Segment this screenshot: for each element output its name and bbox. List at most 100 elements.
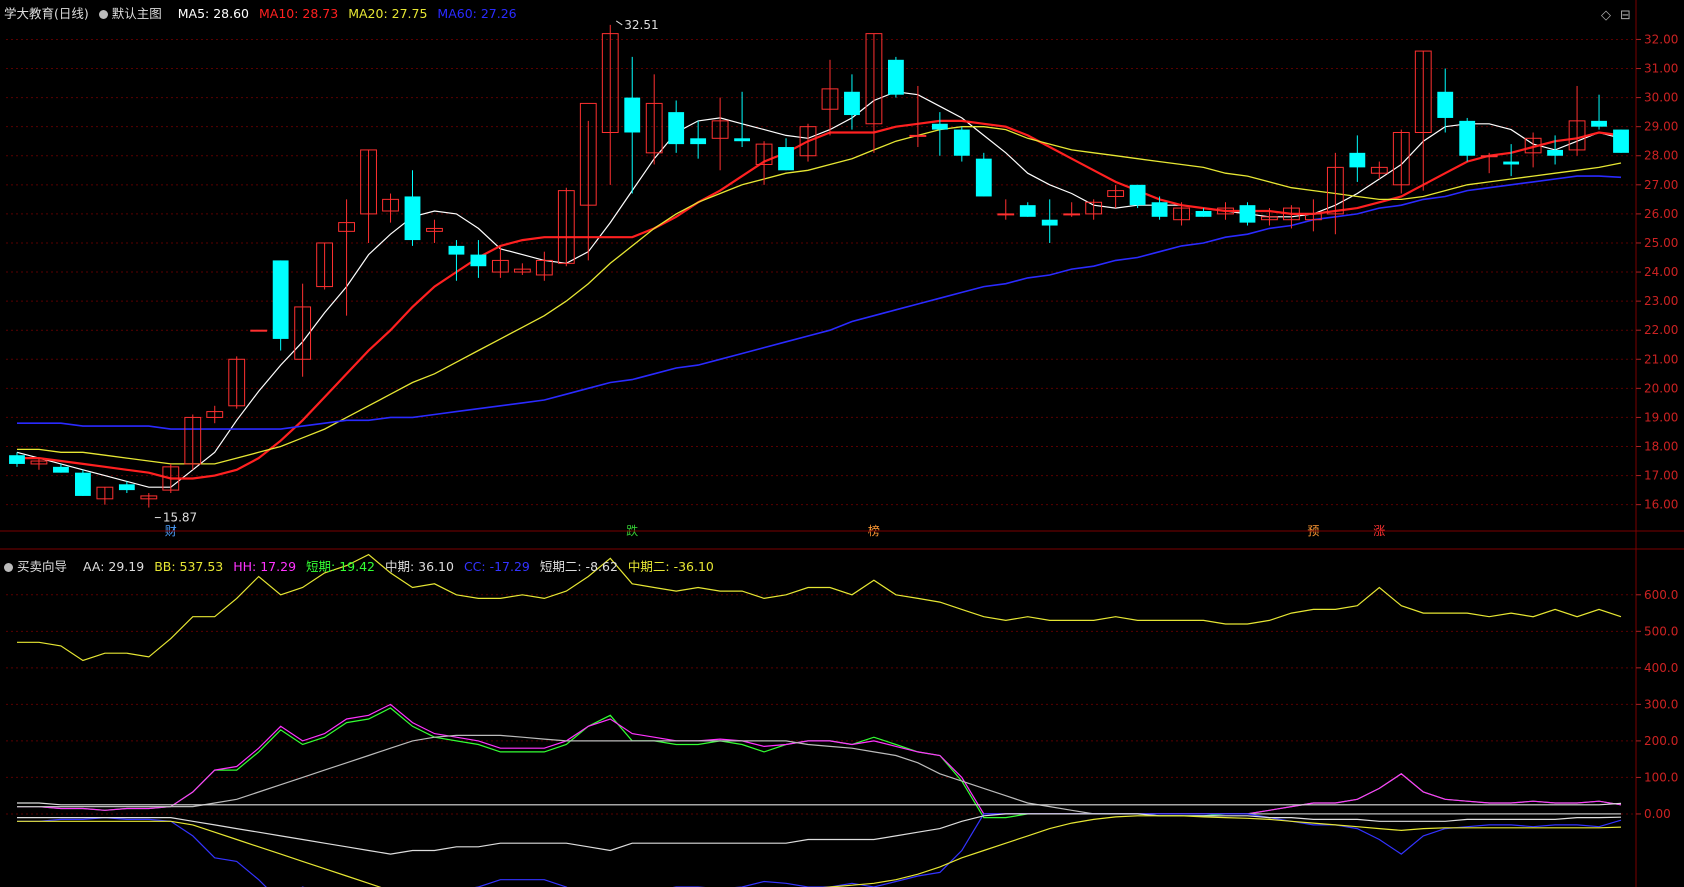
candle-body [1480,155,1498,158]
high-arrow-icon [615,20,623,26]
candle-body [953,129,970,156]
indicator-tick-label: 100.0 [1644,770,1678,784]
candle [931,112,948,156]
price-tick-label: 27.00 [1644,178,1678,192]
moving-average-lines [16,91,1622,488]
indicator-line [17,813,1622,855]
candle-body [778,147,794,171]
indicator-tick-label: 400.0 [1644,661,1678,675]
candle [624,56,641,194]
indicator-line [17,734,1621,815]
candle [601,24,619,185]
chart-stage: 32.00 31.00 30.00 29.00 28.00 27.00 26.00 25.00… [0,0,1684,887]
template-label: 默认主图 [111,6,162,21]
candle [1349,135,1366,182]
diamond-icon[interactable]: ◇ [1601,8,1611,23]
indicator-selector[interactable]: 买卖向导 [4,559,73,574]
template-dot-icon [98,10,108,19]
candle-body [74,472,91,496]
indicator-line [17,703,1622,815]
candle [1129,184,1146,209]
candle-body [1129,184,1146,206]
candle [1370,161,1388,180]
candle-body [1019,205,1036,217]
template-selector[interactable]: 默认主图 [98,6,168,21]
high-price-label: 32.51 [624,18,658,32]
ma10-label: MA10: 28.73 [259,6,339,21]
candle-body [1459,120,1476,156]
candle [74,469,91,496]
candle [1107,184,1125,209]
candle [228,356,246,409]
indicator-line [17,813,1622,887]
candle [975,152,992,197]
candle-body [844,91,860,116]
candle-body [1041,219,1058,226]
indicator-line [17,707,1622,819]
price-tick-label: 17.00 [1644,469,1678,483]
candle [1613,129,1629,153]
candle [887,56,904,98]
candle-body [9,455,25,464]
indicator-axis: 600.0 500.0 400.0 300.0 200.0 100.0 0.00 [1636,588,1678,821]
stock-title[interactable]: 学大教育(日线) [4,6,89,21]
candle [96,486,114,505]
candle [1591,94,1607,130]
candle-body [1547,149,1564,156]
price-tick-label: 24.00 [1644,265,1678,279]
indicator-tick-label: 200.0 [1644,734,1678,748]
candle-body [1437,91,1454,118]
candle-body [448,245,465,255]
price-tick-label: 31.00 [1644,62,1678,76]
candle [799,123,817,162]
candle [953,126,970,162]
ma20-label: MA20: 27.75 [348,6,428,21]
candle [1041,199,1058,243]
candle [778,138,794,171]
cc-label: CC: -17.29 [463,559,530,574]
candle [1239,202,1256,226]
candle [316,242,334,290]
candle-body [668,112,685,145]
candle-body [1613,129,1629,153]
candle [1459,117,1476,162]
indicator-lines [17,553,1622,887]
mid-term-label: 中期: 36.10 [384,559,454,574]
candle [755,141,773,185]
price-tick-label: 22.00 [1644,323,1678,337]
indicator-tick-label: 600.0 [1644,588,1678,602]
indicator-tick-label: 0.00 [1644,807,1671,821]
candle [9,452,25,467]
candle-body [250,329,268,332]
bb-label: BB: 537.53 [154,559,224,574]
indicator-line [17,815,1622,887]
ma-line-ma5 [16,91,1622,488]
candle-body [1063,213,1081,216]
price-annotations: 32.51 15.87 [154,18,659,525]
collapse-icon[interactable]: ⊟ [1620,8,1631,23]
candle [734,91,751,148]
candle [909,85,927,148]
candle-body [1151,202,1168,217]
candle [250,329,268,332]
ma60-label: MA60: 27.26 [437,6,517,21]
price-tick-label: 26.00 [1644,207,1678,221]
candle [382,193,399,223]
candle [1019,202,1036,217]
candle [997,199,1015,220]
ma-line-ma10 [17,119,1622,480]
candle [206,405,224,424]
candle [535,251,553,281]
candle-body [1503,161,1520,165]
price-tick-label: 16.00 [1644,498,1678,512]
price-tick-label: 29.00 [1644,120,1678,134]
candle [1524,132,1542,168]
candle [645,74,663,165]
candle [360,149,377,243]
candle-body [404,196,421,241]
candle-body [1239,205,1256,223]
aa-label: AA: 29.19 [83,559,145,574]
candle-body [909,134,927,137]
candle [338,199,355,316]
candle-body [931,123,948,130]
